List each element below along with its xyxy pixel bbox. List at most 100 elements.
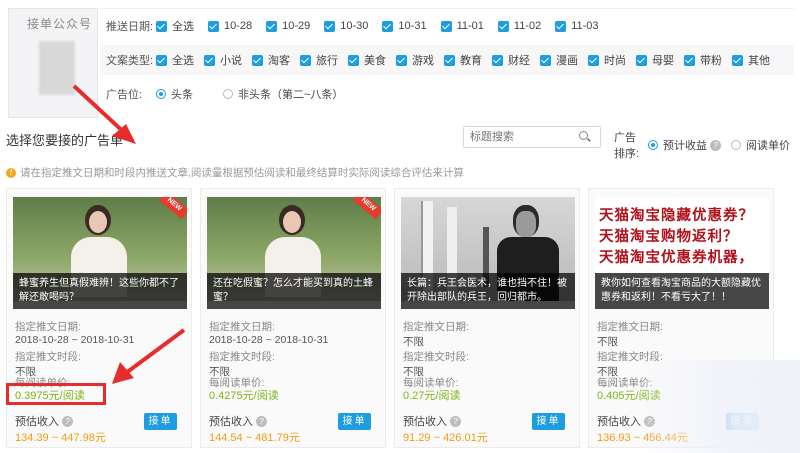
checkbox-icon (497, 20, 509, 32)
period-label: 指定推文时段: (15, 351, 81, 363)
date-label: 指定推文日期: (209, 321, 275, 333)
date-option[interactable]: 11-02 (497, 20, 541, 32)
take-order-button[interactable]: 接单 (338, 413, 371, 430)
checkbox-icon (348, 54, 359, 66)
estimate-label: 预估收入? (403, 413, 461, 429)
annotation-highlight-box (6, 383, 106, 405)
account-label: 接单公众号 (27, 17, 93, 31)
sort-label: 广告排序: (614, 132, 640, 160)
radio-selected-icon (156, 89, 166, 99)
notice-text: 请在指定推文日期和时段内推送文章,阅读量根据预估阅读和最终结算时实际阅读综合评估… (20, 167, 464, 179)
date-option[interactable]: 10-31 (382, 20, 427, 32)
promo-line: 天猫淘宝购物返利？ (599, 228, 739, 245)
checkbox-icon (444, 54, 455, 66)
checkbox-icon (300, 54, 311, 66)
account-panel[interactable]: 接单公众号 (8, 8, 98, 118)
checkbox-icon (588, 54, 599, 66)
title-search-input[interactable] (464, 128, 576, 146)
category-option[interactable]: 其他 (732, 52, 770, 68)
sort-by-price-radio[interactable]: 阅读单价 (731, 137, 790, 153)
checkbox-icon (636, 54, 647, 66)
checkbox-icon (684, 54, 695, 66)
category-option[interactable]: 小说 (204, 52, 242, 68)
date-option[interactable]: 10-28 (208, 20, 252, 32)
date-value: 不限 (403, 336, 424, 348)
ad-card-caption: 蜂蜜养生但真假难辨！这些你都不了解还敢喝吗？ (13, 273, 187, 309)
section-title: 选择您要接的广告单 (6, 133, 124, 148)
promo-line: 天猫淘宝隐藏优惠券？ (599, 207, 754, 224)
help-icon[interactable]: ? (450, 415, 461, 427)
radio-selected-icon (648, 140, 658, 150)
period-label: 指定推文时段: (209, 351, 275, 363)
category-option[interactable]: 带粉 (684, 52, 722, 68)
date-option[interactable]: 10-30 (324, 20, 368, 32)
date-filter-row: 推送日期: 全选 10-28 10-29 10-30 10-31 11-01 1… (100, 11, 794, 41)
category-option[interactable]: 游戏 (396, 52, 434, 68)
price-value: 0.4275元/阅读 (209, 390, 279, 402)
category-option[interactable]: 漫画 (540, 52, 578, 68)
title-search-box (463, 126, 601, 148)
date-filter-label: 推送日期: (106, 21, 154, 33)
checkbox-icon (540, 54, 551, 66)
help-icon[interactable]: ? (256, 415, 267, 427)
warning-icon: ! (6, 167, 16, 178)
checkbox-icon (732, 54, 743, 66)
date-option-all[interactable]: 全选 (156, 18, 194, 34)
account-avatar-blurred (39, 41, 75, 95)
ad-position-row: 广告位: 头条 非头条（第二~八条） (100, 79, 794, 109)
ad-position-label: 广告位: (106, 89, 143, 101)
checkbox-icon (252, 54, 263, 66)
ad-card[interactable]: NEW 蜂蜜养生但真假难辨！这些你都不了解还敢喝吗？ 指定推文日期: 2018-… (6, 188, 192, 448)
date-value: 2018-10-28 ~ 2018-10-31 (209, 334, 329, 346)
category-filter-row: 文案类型: 全选 小说 淘客 旅行 美食 游戏 教育 财经 漫画 时尚 母婴 带… (100, 45, 794, 75)
ad-card-caption: 教你如何查看淘宝商品的大额隐藏优惠券和返利！不看亏大了！！ (595, 273, 769, 309)
radio-icon (731, 140, 741, 150)
date-option[interactable]: 11-01 (440, 20, 484, 32)
date-option[interactable]: 11-03 (555, 20, 599, 32)
date-value: 2018-10-28 ~ 2018-10-31 (15, 334, 135, 346)
date-label: 指定推文日期: (597, 321, 663, 333)
estimate-value: 144.54 ~ 481.79元 (209, 432, 300, 444)
estimate-label: 预估收入? (209, 413, 267, 429)
category-option[interactable]: 母婴 (636, 52, 674, 68)
take-order-button[interactable]: 接单 (144, 413, 177, 430)
ad-position-secondary-radio[interactable]: 非头条（第二~八条） (223, 86, 343, 102)
checkbox-icon (156, 20, 167, 32)
sort-by-estimate-radio[interactable]: 预计收益? (648, 137, 721, 153)
estimate-value: 91.29 ~ 426.01元 (403, 432, 488, 444)
category-option-all[interactable]: 全选 (156, 52, 194, 68)
category-option[interactable]: 时尚 (588, 52, 626, 68)
price-value: 0.27元/阅读 (403, 390, 461, 402)
filter-panel: 推送日期: 全选 10-28 10-29 10-30 10-31 11-01 1… (100, 8, 794, 118)
date-option[interactable]: 10-29 (266, 20, 310, 32)
promo-line: 天猫淘宝优惠券机器， (599, 249, 754, 266)
checkbox-icon (382, 20, 394, 32)
checkbox-icon (440, 20, 452, 32)
checkbox-icon (208, 20, 219, 32)
take-order-button[interactable]: 接单 (532, 413, 565, 430)
date-label: 指定推文日期: (15, 321, 81, 333)
ad-card[interactable]: 长篇：兵王会医术，谁也挡不住！被开除出部队的兵王，回归都市。 指定推文日期: 不… (394, 188, 580, 448)
ad-position-headline-radio[interactable]: 头条 (156, 86, 193, 102)
category-filter-label: 文案类型: (106, 55, 154, 67)
help-icon[interactable]: ? (710, 139, 721, 151)
checkbox-icon (555, 20, 567, 32)
category-option[interactable]: 财经 (492, 52, 530, 68)
date-label: 指定推文日期: (403, 321, 469, 333)
category-option[interactable]: 旅行 (300, 52, 338, 68)
estimate-value: 134.39 ~ 447.98元 (15, 432, 106, 444)
sort-controls: 广告排序: 预计收益? 阅读单价 (614, 129, 800, 161)
checkbox-icon (396, 54, 407, 66)
radio-icon (223, 89, 233, 99)
category-option[interactable]: 美食 (348, 52, 386, 68)
category-option[interactable]: 淘客 (252, 52, 290, 68)
checkbox-icon (204, 54, 215, 66)
checkbox-icon (156, 54, 167, 66)
category-option[interactable]: 教育 (444, 52, 482, 68)
search-icon[interactable] (576, 129, 592, 145)
help-icon[interactable]: ? (62, 415, 73, 427)
period-label: 指定推文时段: (403, 351, 469, 363)
ad-card[interactable]: NEW 还在吃假蜜？怎么才能买到真的土蜂蜜？ 指定推文日期: 2018-10-2… (200, 188, 386, 448)
notice-bar: ! 请在指定推文日期和时段内推送文章,阅读量根据预估阅读和最终结算时实际阅读综合… (6, 165, 464, 180)
checkbox-icon (492, 54, 503, 66)
